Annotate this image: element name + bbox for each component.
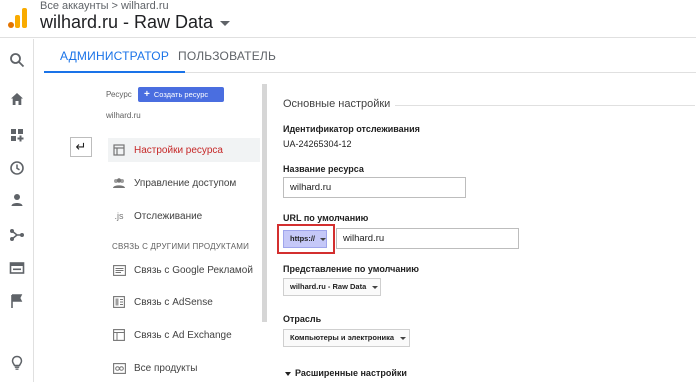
protocol-value: https:// bbox=[290, 234, 315, 243]
view-title: wilhard.ru - Raw Data bbox=[40, 12, 214, 32]
menu-item-google-ads-link[interactable]: Связь с Google Рекламой bbox=[108, 258, 260, 282]
chevron-down-icon bbox=[320, 237, 326, 241]
menu-item-all-products[interactable]: Все продукты bbox=[108, 356, 260, 380]
plus-icon: + bbox=[144, 89, 150, 100]
industry-value: Компьютеры и электроника bbox=[290, 333, 395, 342]
top-bar: Все аккаунты > wilhard.ru wilhard.ru - Raw… bbox=[0, 0, 696, 38]
column-scrollbar[interactable] bbox=[262, 84, 267, 322]
industry-dropdown[interactable]: Компьютеры и электроника bbox=[283, 329, 410, 347]
advanced-settings-toggle[interactable]: Расширенные настройки bbox=[285, 368, 407, 378]
menu-item-adexchange-link[interactable]: Связь с Ad Exchange bbox=[108, 323, 260, 347]
breadcrumb-all-accounts[interactable]: Все аккаунты bbox=[40, 0, 109, 12]
person-icon[interactable] bbox=[9, 192, 25, 208]
tab-admin[interactable]: АДМИНИСТРАТОР bbox=[44, 39, 186, 73]
behavior-icon[interactable] bbox=[9, 260, 25, 276]
linked-products-heading: СВЯЗЬ С ДРУГИМИ ПРОДУКТАМИ bbox=[112, 242, 250, 251]
tracking-id-label: Идентификатор отслеживания bbox=[283, 124, 420, 134]
create-resource-button[interactable]: + Создать ресурс bbox=[138, 87, 224, 102]
section-title: Основные настройки bbox=[283, 98, 391, 110]
menu-item-label: Все продукты bbox=[134, 362, 198, 374]
chevron-down-icon bbox=[285, 371, 291, 376]
ads-icon bbox=[112, 263, 126, 277]
chevron-down-icon bbox=[220, 21, 231, 26]
protocol-dropdown[interactable]: https:// bbox=[283, 230, 327, 248]
resource-column: Ресурс + Создать ресурс wilhard.ru Настро… bbox=[104, 80, 264, 382]
view-selector[interactable]: wilhard.ru - Raw Data bbox=[40, 12, 231, 33]
acquisition-icon[interactable] bbox=[9, 227, 25, 243]
resource-name-input[interactable]: wilhard.ru bbox=[283, 177, 466, 198]
search-icon[interactable] bbox=[9, 52, 25, 68]
menu-item-label: Связь с Ad Exchange bbox=[134, 329, 232, 341]
adexchange-icon bbox=[112, 328, 126, 342]
default-view-dropdown[interactable]: wilhard.ru - Raw Data bbox=[283, 278, 381, 296]
menu-item-access-management[interactable]: Управление доступом bbox=[108, 171, 260, 195]
default-view-label: Представление по умолчанию bbox=[283, 264, 419, 274]
settings-page-icon bbox=[112, 143, 126, 157]
industry-label: Отрасль bbox=[283, 314, 322, 324]
adsense-icon bbox=[112, 295, 126, 309]
default-url-input[interactable]: wilhard.ru bbox=[336, 228, 519, 249]
menu-item-tracking[interactable]: .js Отслеживание bbox=[108, 204, 260, 228]
dashboard-icon[interactable] bbox=[9, 127, 25, 143]
all-products-icon bbox=[112, 361, 126, 375]
menu-item-resource-settings[interactable]: Настройки ресурса bbox=[108, 138, 260, 162]
admin-tabs: АДМИНИСТРАТОР ПОЛЬЗОВАТЕЛЬ bbox=[44, 39, 696, 73]
menu-item-label: Управление доступом bbox=[134, 177, 237, 189]
chevron-down-icon bbox=[372, 285, 379, 289]
home-icon[interactable] bbox=[9, 91, 25, 107]
clock-icon[interactable] bbox=[9, 160, 25, 176]
menu-item-label: Связь с AdSense bbox=[134, 296, 213, 308]
chevron-down-icon bbox=[400, 336, 407, 340]
default-url-label: URL по умолчанию bbox=[283, 213, 369, 223]
advanced-settings-label: Расширенные настройки bbox=[295, 368, 407, 378]
users-icon bbox=[112, 176, 126, 190]
resource-name-label: Название ресурса bbox=[283, 164, 364, 174]
left-navigation bbox=[0, 39, 34, 382]
resource-selector[interactable]: wilhard.ru bbox=[106, 111, 141, 120]
breadcrumb-account[interactable]: wilhard.ru bbox=[121, 0, 169, 12]
create-resource-label: Создать ресурс bbox=[153, 90, 209, 99]
tab-user[interactable]: ПОЛЬЗОВАТЕЛЬ bbox=[178, 39, 276, 73]
resource-label: Ресурс bbox=[106, 90, 132, 99]
breadcrumb: Все аккаунты > wilhard.ru bbox=[40, 0, 169, 12]
menu-item-label: Отслеживание bbox=[134, 210, 203, 222]
section-divider bbox=[395, 105, 695, 106]
flag-icon[interactable] bbox=[9, 293, 25, 309]
menu-item-label: Настройки ресурса bbox=[134, 144, 223, 156]
back-arrow-icon[interactable]: ↵ bbox=[70, 137, 92, 157]
analytics-logo-icon[interactable] bbox=[8, 8, 28, 28]
lightbulb-icon[interactable] bbox=[9, 355, 25, 371]
js-icon: .js bbox=[114, 211, 124, 221]
breadcrumb-separator: > bbox=[111, 0, 118, 12]
default-view-value: wilhard.ru - Raw Data bbox=[290, 282, 367, 291]
tracking-id-value: UA-24265304-12 bbox=[283, 139, 352, 149]
menu-item-label: Связь с Google Рекламой bbox=[134, 264, 253, 276]
menu-item-adsense-link[interactable]: Связь с AdSense bbox=[108, 290, 260, 314]
